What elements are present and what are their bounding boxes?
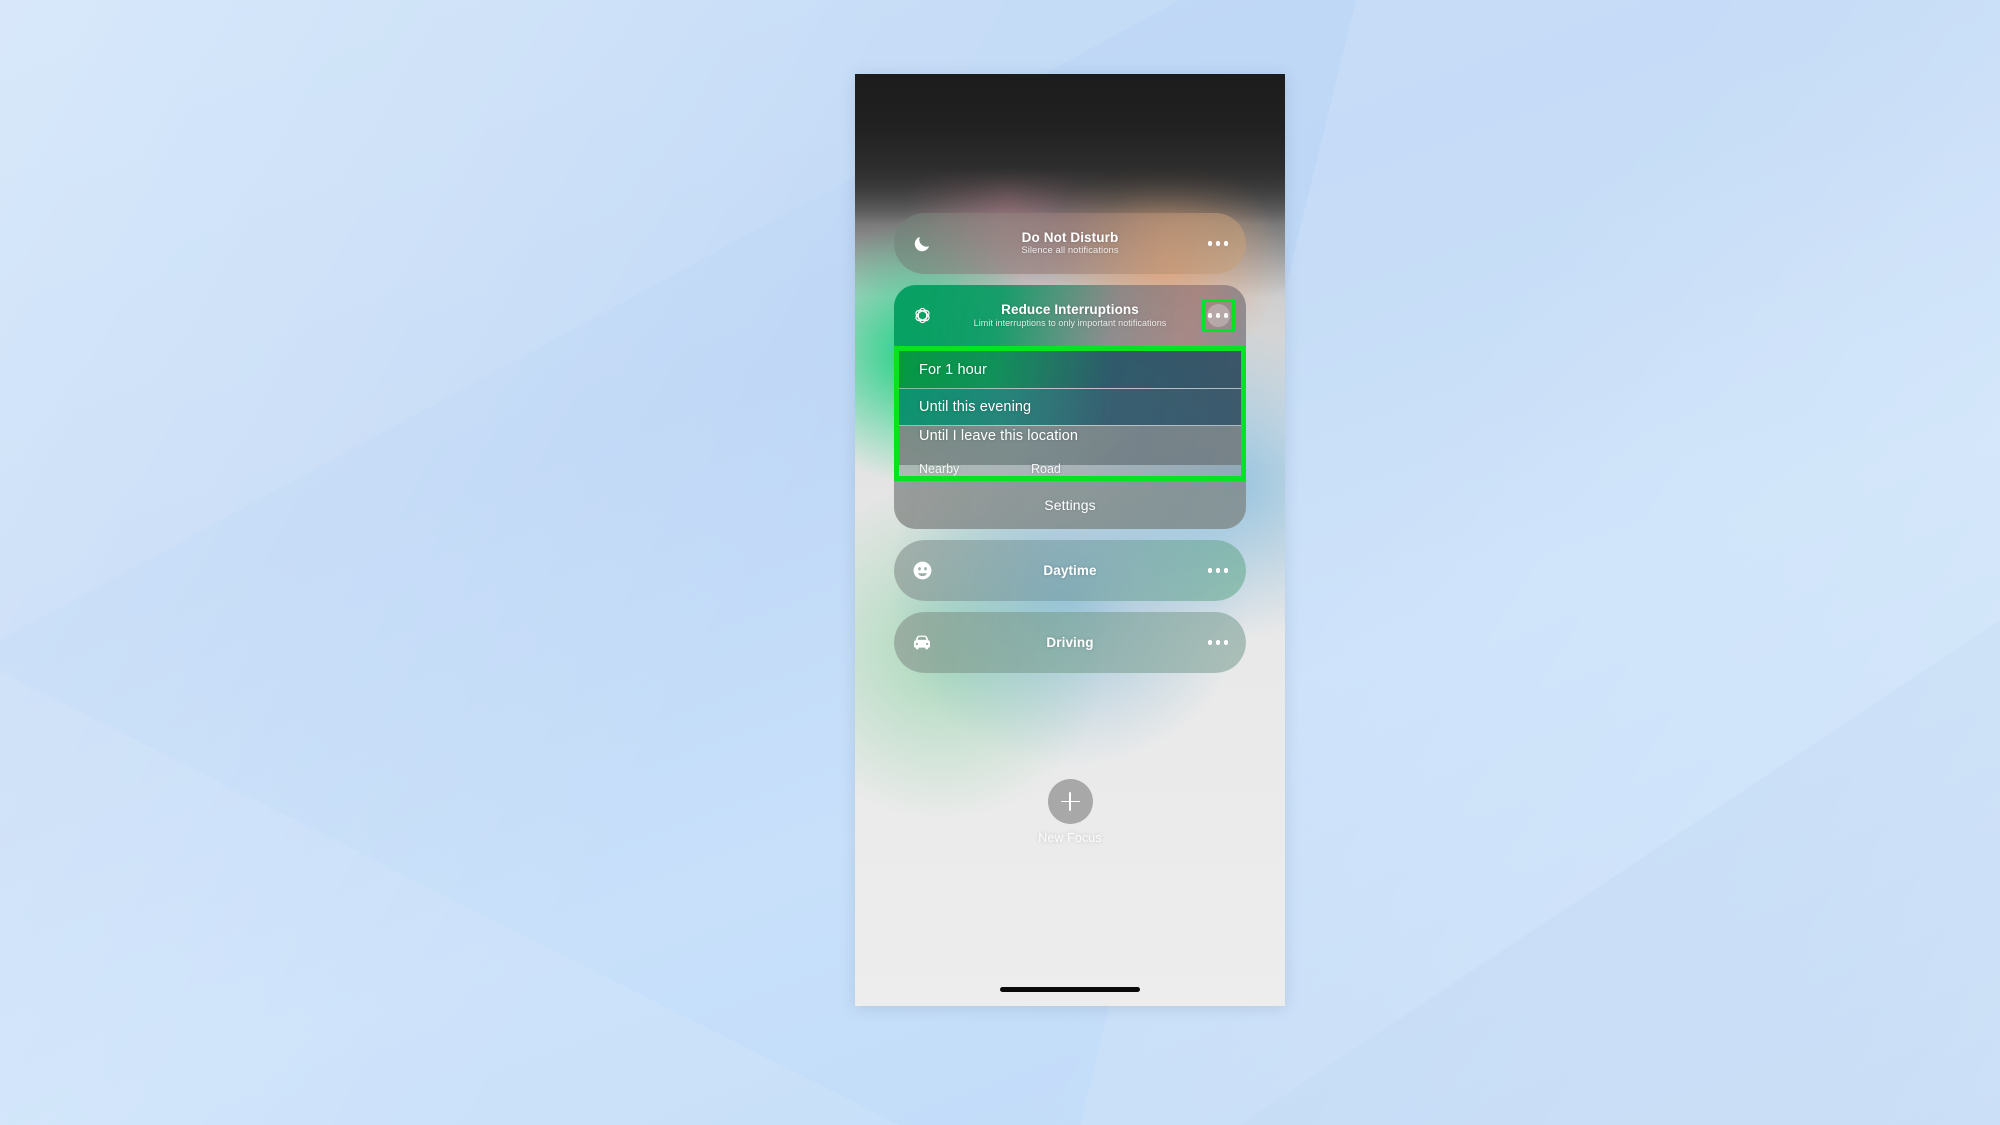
focus-card-driving[interactable]: Driving xyxy=(894,612,1246,673)
location-option-nearby[interactable]: Nearby xyxy=(919,462,1031,476)
context-menu-item-until-this-evening[interactable]: Until this evening xyxy=(899,388,1241,425)
settings-label: Settings xyxy=(1044,497,1096,513)
wallpaper-facet xyxy=(0,671,900,1125)
focus-title: Do Not Disturb xyxy=(1021,229,1119,245)
context-menu-item-label: For 1 hour xyxy=(919,361,987,378)
location-option-road[interactable]: Road xyxy=(1031,462,1061,476)
context-menu-item-label: Until I leave this location xyxy=(919,428,1079,444)
focus-title: Reduce Interruptions xyxy=(1001,301,1139,317)
focus-subtitle: Limit interruptions to only important no… xyxy=(973,318,1167,329)
phone-screen: Do Not Disturb Silence all notifications xyxy=(855,74,1285,1006)
ellipsis-icon xyxy=(1207,241,1229,246)
new-focus-section: New Focus xyxy=(855,779,1285,845)
smiley-face-icon xyxy=(894,560,950,581)
focus-title: Driving xyxy=(1046,634,1094,650)
context-menu-item-until-i-leave-this-location[interactable]: Until I leave this location xyxy=(899,425,1241,465)
context-menu-item-label: Until this evening xyxy=(919,399,1032,415)
focus-card-reduce-interruptions[interactable]: Reduce Interruptions Limit interruptions… xyxy=(894,285,1246,346)
wallpaper-facet xyxy=(1240,620,2000,1125)
do-not-disturb-more-button[interactable] xyxy=(1190,241,1246,246)
desktop-background: Do Not Disturb Silence all notifications xyxy=(0,0,2000,1125)
card-text: Reduce Interruptions Limit interruptions… xyxy=(950,302,1190,330)
daytime-more-button[interactable] xyxy=(1190,568,1246,573)
new-focus-button[interactable] xyxy=(1047,779,1093,824)
focus-card-daytime[interactable]: Daytime xyxy=(894,540,1246,601)
car-icon xyxy=(894,631,950,655)
focus-card-reduce-interruptions-group: Reduce Interruptions Limit interruptions… xyxy=(894,285,1246,529)
card-text: Driving xyxy=(950,635,1190,651)
plus-icon xyxy=(1060,792,1080,811)
focus-title: Daytime xyxy=(1043,562,1097,578)
ellipsis-icon xyxy=(1207,568,1229,573)
ellipsis-icon xyxy=(1207,640,1229,645)
status-bar-area xyxy=(855,74,1285,224)
moon-icon xyxy=(894,234,950,254)
new-focus-label: New Focus xyxy=(1038,831,1102,845)
more-circle xyxy=(1206,304,1230,327)
reduce-interruptions-icon xyxy=(894,304,950,327)
more-button-wrap xyxy=(1190,299,1246,332)
card-text: Do Not Disturb Silence all notifications xyxy=(950,230,1190,257)
reduce-interruptions-context-menu: For 1 hour Until this evening Until I le… xyxy=(894,346,1246,481)
focus-card-do-not-disturb[interactable]: Do Not Disturb Silence all notifications xyxy=(894,213,1246,274)
focus-subtitle: Silence all notifications xyxy=(1021,245,1119,257)
driving-more-button[interactable] xyxy=(1190,640,1246,645)
reduce-interruptions-settings-button[interactable]: Settings xyxy=(894,481,1246,529)
focus-mode-list: Do Not Disturb Silence all notifications xyxy=(894,213,1246,684)
reduce-interruptions-more-button[interactable] xyxy=(1201,299,1235,332)
ellipsis-icon xyxy=(1207,313,1229,318)
location-options-row: Nearby Road xyxy=(899,462,1241,476)
card-text: Daytime xyxy=(950,563,1190,579)
context-menu-item-for-1-hour[interactable]: For 1 hour xyxy=(899,351,1241,388)
home-indicator[interactable] xyxy=(1000,987,1140,992)
